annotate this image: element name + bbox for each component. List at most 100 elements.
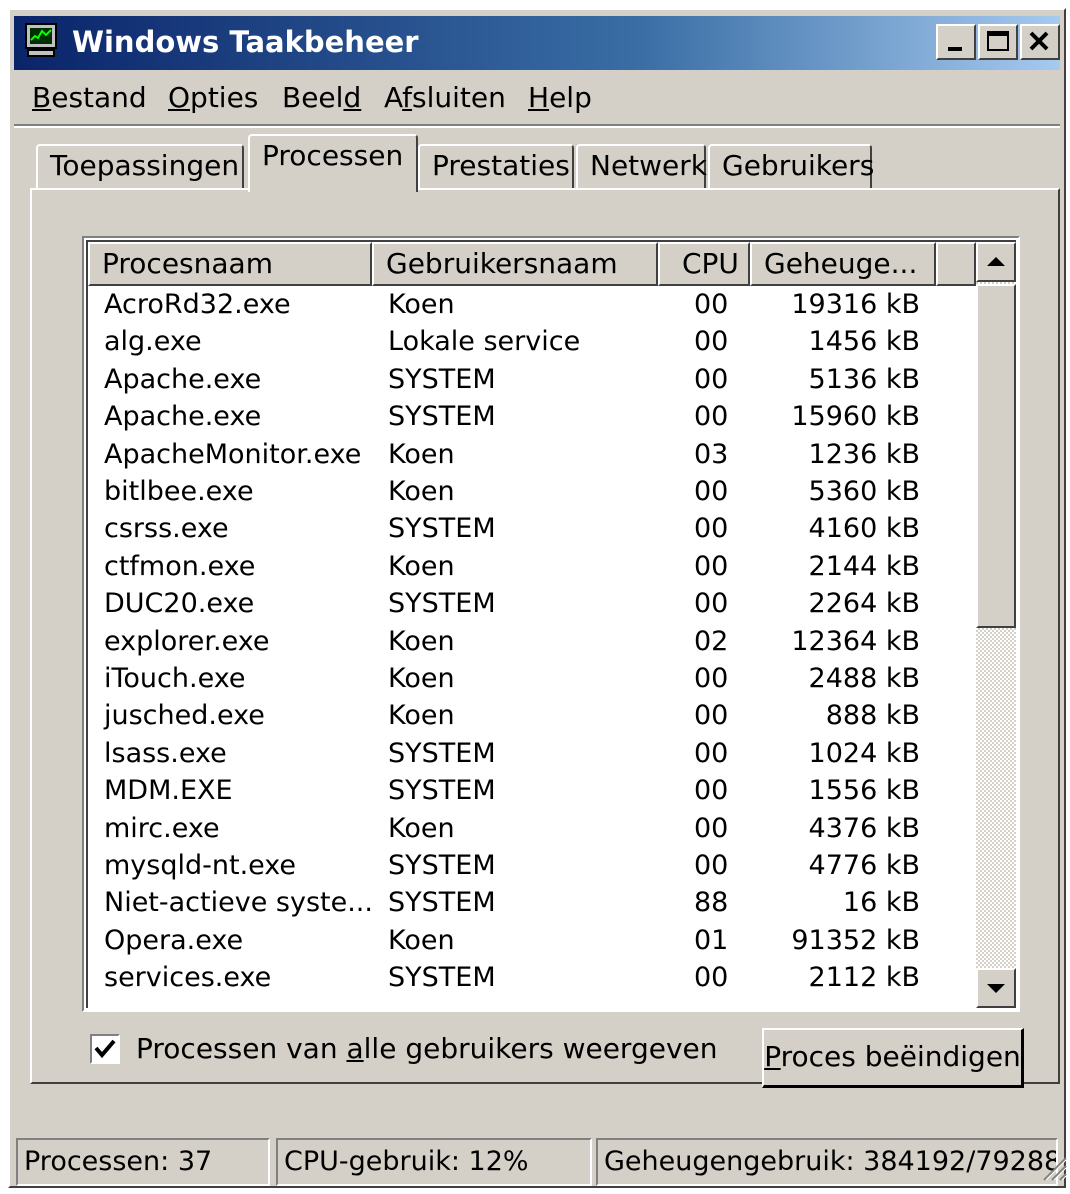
tab-toepassingen[interactable]: Toepassingen (36, 144, 244, 190)
cell-cpu: 02 (694, 625, 729, 657)
menu-separator (14, 124, 1060, 128)
table-row[interactable]: Niet-actieve syste... SYSTEM 88 16 kB (88, 884, 968, 921)
scroll-up-button[interactable] (976, 242, 1016, 282)
cell-geheugen: 19316 kB (791, 289, 920, 320)
cell-geheugen: 5136 kB (808, 363, 920, 395)
tab-netwerk[interactable]: Netwerk (576, 144, 708, 190)
vertical-scrollbar[interactable] (976, 242, 1016, 1008)
show-all-users-label[interactable]: Processen van alle gebruikers weergeven (136, 1030, 718, 1068)
cell-cpu: 00 (694, 363, 729, 395)
cell-geheugen: 888 kB (825, 700, 920, 732)
column-header-cpu[interactable]: CPU (658, 242, 750, 286)
table-row[interactable]: MDM.EXE SYSTEM 00 1556 kB (88, 772, 968, 809)
cell-geheugen: 12364 kB (791, 625, 920, 657)
scroll-down-button[interactable] (976, 968, 1016, 1008)
minimize-button[interactable] (936, 24, 976, 60)
table-row[interactable]: AcroRd32.exe Koen 00 19316 kB (88, 286, 968, 323)
table-row[interactable]: Opera.exe Koen 01 91352 kB (88, 922, 968, 959)
cell-gebruikersnaam: SYSTEM (388, 850, 496, 881)
cell-procesnaam: Apache.exe (104, 401, 262, 433)
tab-processen-label: Processen (262, 139, 404, 172)
cell-geheugen: 1456 kB (808, 326, 920, 358)
column-header-procesnaam[interactable]: Procesnaam (88, 242, 372, 286)
cell-cpu: 00 (694, 401, 729, 433)
table-row[interactable]: mysqld-nt.exe SYSTEM 00 4776 kB (88, 847, 968, 884)
cell-cpu: 00 (694, 737, 729, 769)
task-manager-icon (25, 23, 57, 57)
table-row[interactable]: csrss.exe SYSTEM 00 4160 kB (88, 510, 968, 547)
process-list[interactable]: Procesnaam Gebruikersnaam CPU Geheuge...… (82, 236, 1020, 1012)
column-header-geheugen[interactable]: Geheuge... (750, 242, 936, 286)
menu-bestand-label: estand (51, 81, 147, 114)
title-bar[interactable]: Windows Taakbeheer (14, 16, 1060, 70)
close-button[interactable] (1020, 24, 1060, 60)
end-process-button[interactable]: Proces beëindigen (762, 1028, 1024, 1088)
menu-bestand[interactable]: Bestand (32, 80, 147, 116)
tab-toepassingen-label: Toepassingen (50, 149, 240, 182)
table-row[interactable]: alg.exe Lokale service 00 1456 kB (88, 323, 968, 360)
table-row[interactable]: mirc.exe Koen 00 4376 kB (88, 810, 968, 847)
cell-cpu: 01 (694, 924, 729, 956)
table-row[interactable]: ctfmon.exe Koen 00 2144 kB (88, 548, 968, 585)
cell-cpu: 00 (694, 550, 729, 582)
cell-geheugen: 2144 kB (808, 550, 920, 582)
menu-afsluiten-mnemonic: f (402, 81, 413, 114)
cell-cpu: 00 (694, 326, 729, 358)
cell-gebruikersnaam: Koen (388, 438, 455, 470)
cell-gebruikersnaam: SYSTEM (388, 401, 496, 433)
maximize-button[interactable] (978, 24, 1018, 60)
cell-procesnaam: ApacheMonitor.exe (104, 438, 362, 470)
menu-help[interactable]: Help (528, 80, 592, 116)
cell-geheugen: 16 kB (842, 887, 920, 919)
cell-geheugen: 2264 kB (808, 588, 920, 620)
cell-procesnaam: MDM.EXE (104, 775, 233, 807)
menu-help-label: elp (549, 81, 592, 114)
cell-procesnaam: explorer.exe (104, 625, 270, 657)
column-header-procesnaam-label: Procesnaam (102, 247, 273, 280)
menu-afsluiten-label-a: A (384, 81, 403, 114)
end-process-label: roces beëindigen (780, 1040, 1021, 1073)
table-row[interactable]: Apache.exe SYSTEM 00 15960 kB (88, 398, 968, 435)
status-processes-text: Processen: 37 (24, 1146, 213, 1177)
tab-gebruikers[interactable]: Gebruikers (708, 144, 874, 190)
table-row[interactable]: explorer.exe Koen 02 12364 kB (88, 623, 968, 660)
arrow-down-icon (987, 984, 1005, 993)
cell-procesnaam: iTouch.exe (104, 663, 246, 694)
tab-prestaties[interactable]: Prestaties (418, 144, 574, 190)
table-row[interactable]: lsass.exe SYSTEM 00 1024 kB (88, 735, 968, 772)
menu-afsluiten[interactable]: Afsluiten (384, 80, 506, 116)
table-row[interactable]: bitlbee.exe Koen 00 5360 kB (88, 473, 968, 510)
cell-gebruikersnaam: Koen (388, 625, 455, 657)
window-title: Windows Taakbeheer (72, 25, 419, 59)
menu-opties[interactable]: Opties (168, 80, 258, 116)
cell-procesnaam: csrss.exe (104, 513, 229, 545)
scrollbar-thumb[interactable] (976, 284, 1016, 628)
column-header-cpu-label: CPU (682, 247, 739, 280)
tab-processen[interactable]: Processen (248, 134, 418, 192)
table-row[interactable]: services.exe SYSTEM 00 2112 kB (88, 959, 968, 996)
table-row[interactable]: Apache.exe SYSTEM 00 5136 kB (88, 361, 968, 398)
cell-procesnaam: ctfmon.exe (104, 550, 256, 582)
column-header-gebruikersnaam[interactable]: Gebruikersnaam (372, 242, 658, 286)
menu-beeld[interactable]: Beeld (282, 80, 361, 116)
cell-cpu: 03 (694, 438, 729, 470)
show-all-users-checkbox[interactable] (90, 1034, 120, 1064)
cell-gebruikersnaam: SYSTEM (388, 775, 496, 807)
status-memory: Geheugengebruik: 384192/79288 (596, 1138, 1058, 1186)
process-list-inner: Procesnaam Gebruikersnaam CPU Geheuge...… (86, 240, 1016, 1008)
cell-gebruikersnaam: Koen (388, 550, 455, 582)
cell-geheugen: 4776 kB (808, 850, 920, 881)
table-row[interactable]: ApacheMonitor.exe Koen 03 1236 kB (88, 436, 968, 473)
menu-bestand-mnemonic: B (32, 81, 52, 114)
cell-gebruikersnaam: SYSTEM (388, 588, 496, 620)
resize-grip-icon[interactable] (1038, 1152, 1068, 1182)
table-row[interactable]: DUC20.exe SYSTEM 00 2264 kB (88, 585, 968, 622)
cell-cpu: 00 (694, 476, 729, 507)
cell-geheugen: 4160 kB (808, 513, 920, 545)
checkmark-icon (94, 1039, 116, 1059)
tab-netwerk-label: Netwerk (590, 149, 708, 182)
cell-gebruikersnaam: SYSTEM (388, 513, 496, 545)
cell-cpu: 00 (694, 700, 729, 732)
table-row[interactable]: jusched.exe Koen 00 888 kB (88, 697, 968, 734)
table-row[interactable]: iTouch.exe Koen 00 2488 kB (88, 660, 968, 697)
